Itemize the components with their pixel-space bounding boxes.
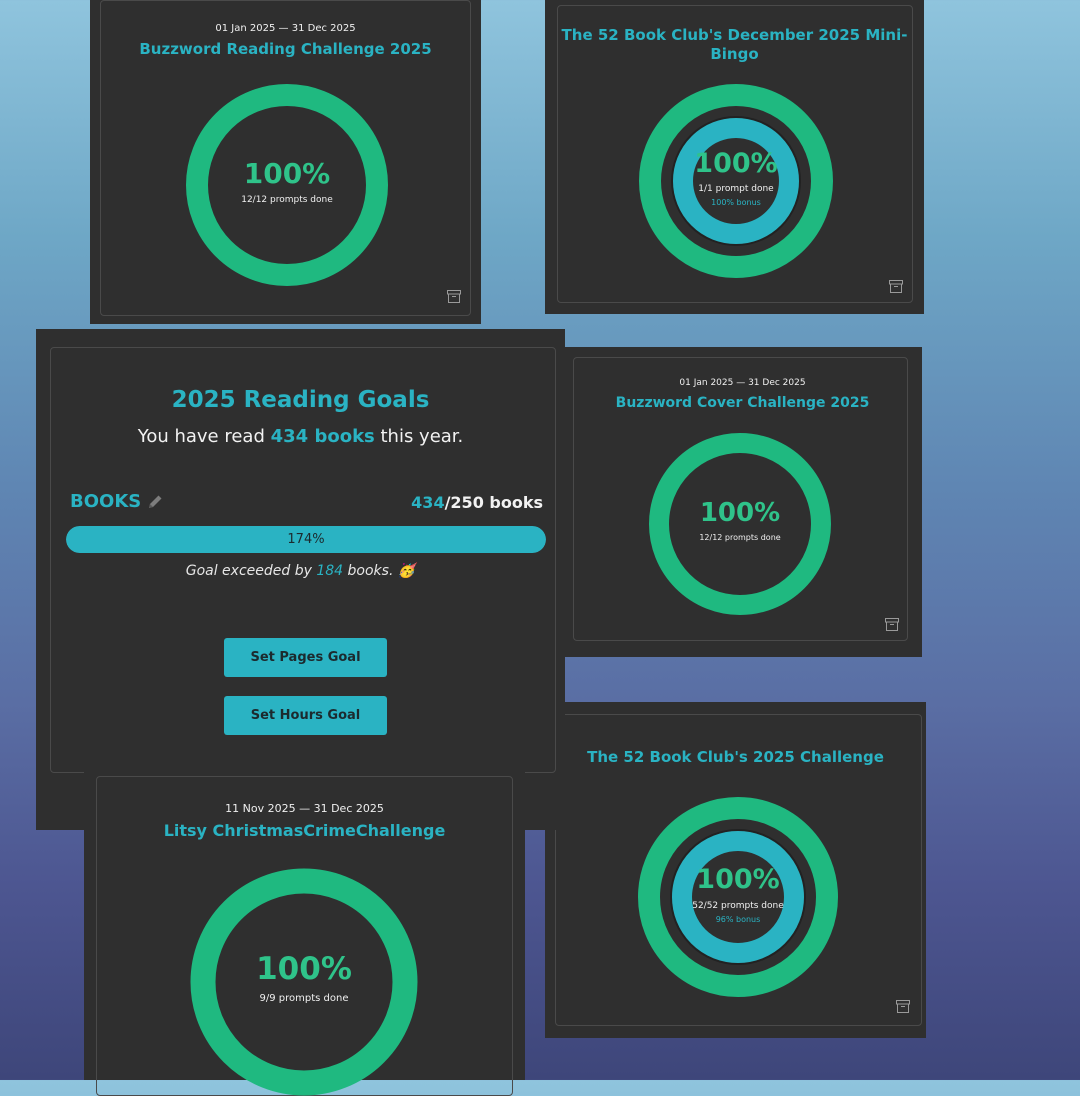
books-read-count: 434 books [270, 426, 375, 447]
archive-icon[interactable] [889, 280, 903, 293]
challenge-title[interactable]: Buzzword Reading Challenge 2025 [90, 40, 481, 59]
progress-ring: 100% 9/9 prompts done [190, 868, 418, 1096]
prompts-done: 9/9 prompts done [259, 993, 349, 1004]
card-buzzword-cover-challenge[interactable]: 01 Jan 2025 — 31 Dec 2025 Buzzword Cover… [563, 347, 922, 657]
prompts-done: 1/1 prompt done [698, 184, 774, 194]
challenge-title[interactable]: Litsy ChristmasCrimeChallenge [84, 821, 525, 840]
books-read-prefix: You have read [137, 426, 271, 447]
bonus-ring-arc [672, 831, 804, 963]
archive-icon[interactable] [885, 618, 899, 631]
books-read-summary: You have read 434 books this year. [36, 426, 565, 447]
goal-progress-bar: 174% [66, 526, 546, 553]
archive-icon[interactable] [896, 1000, 910, 1013]
percent-complete: 100% [256, 951, 352, 987]
percent-complete: 100% [696, 864, 780, 895]
card-52-book-club-2025-challenge[interactable]: The 52 Book Club's 2025 Challenge 100% 5… [545, 702, 926, 1038]
progress-ring: 100% 12/12 prompts done [648, 432, 832, 616]
goal-exceeded-suffix: books. 🥳 [343, 563, 416, 579]
goal-current: 434 [411, 493, 445, 512]
set-pages-goal-button[interactable]: Set Pages Goal [224, 638, 387, 677]
progress-ring: 100% 1/1 prompt done 100% bonus [639, 84, 833, 278]
books-read-suffix: this year. [374, 426, 464, 447]
goal-progress-count: 434/250 books [411, 493, 543, 512]
prompts-done: 12/12 prompts done [241, 195, 333, 205]
goal-exceeded-count: 184 [316, 563, 344, 579]
goals-title: 2025 Reading Goals [171, 387, 430, 413]
prompts-done: 12/12 prompts done [699, 533, 781, 542]
challenge-dates: 01 Jan 2025 — 31 Dec 2025 [679, 378, 806, 388]
goal-progress-percent: 174% [287, 532, 325, 547]
bonus-percent: 100% bonus [711, 198, 761, 207]
challenge-title[interactable]: The 52 Book Club's December 2025 Mini- B… [545, 26, 924, 64]
goal-type-label: BOOKS [70, 491, 142, 512]
progress-ring: 100% 52/52 prompts done 96% bonus [638, 797, 838, 997]
percent-complete: 100% [694, 148, 778, 179]
goal-exceeded-message: Goal exceeded by 184 books. 🥳 [36, 563, 565, 579]
set-hours-goal-button[interactable]: Set Hours Goal [224, 696, 387, 735]
card-december-mini-bingo[interactable]: The 52 Book Club's December 2025 Mini- B… [545, 0, 924, 314]
challenge-title[interactable]: Buzzword Cover Challenge 2025 [563, 394, 922, 413]
card-buzzword-reading-challenge[interactable]: 01 Jan 2025 — 31 Dec 2025 Buzzword Readi… [90, 0, 481, 324]
challenge-dates: 11 Nov 2025 — 31 Dec 2025 [225, 802, 384, 815]
goal-target: /250 books [444, 493, 543, 512]
progress-ring: 100% 12/12 prompts done [185, 83, 389, 287]
card-litsy-christmas-crime-challenge[interactable]: 11 Nov 2025 — 31 Dec 2025 Litsy Christma… [84, 768, 525, 1096]
edit-pencil-icon[interactable] [147, 493, 164, 510]
card-reading-goals: 2025 Reading Goals You have read 434 boo… [36, 329, 565, 830]
challenge-title-line1: The 52 Book Club's December 2025 Mini- [561, 26, 908, 44]
archive-icon[interactable] [447, 290, 461, 303]
challenge-title[interactable]: The 52 Book Club's 2025 Challenge [545, 748, 926, 767]
prompts-done: 52/52 prompts done [692, 901, 784, 911]
bonus-ring-arc [673, 118, 799, 244]
bonus-percent: 96% bonus [715, 915, 761, 924]
percent-complete: 100% [699, 498, 781, 528]
goal-exceeded-prefix: Goal exceeded by [185, 563, 317, 579]
challenge-title-line2: Bingo [710, 45, 759, 63]
percent-complete: 100% [243, 157, 331, 190]
challenge-dates: 01 Jan 2025 — 31 Dec 2025 [215, 23, 356, 34]
